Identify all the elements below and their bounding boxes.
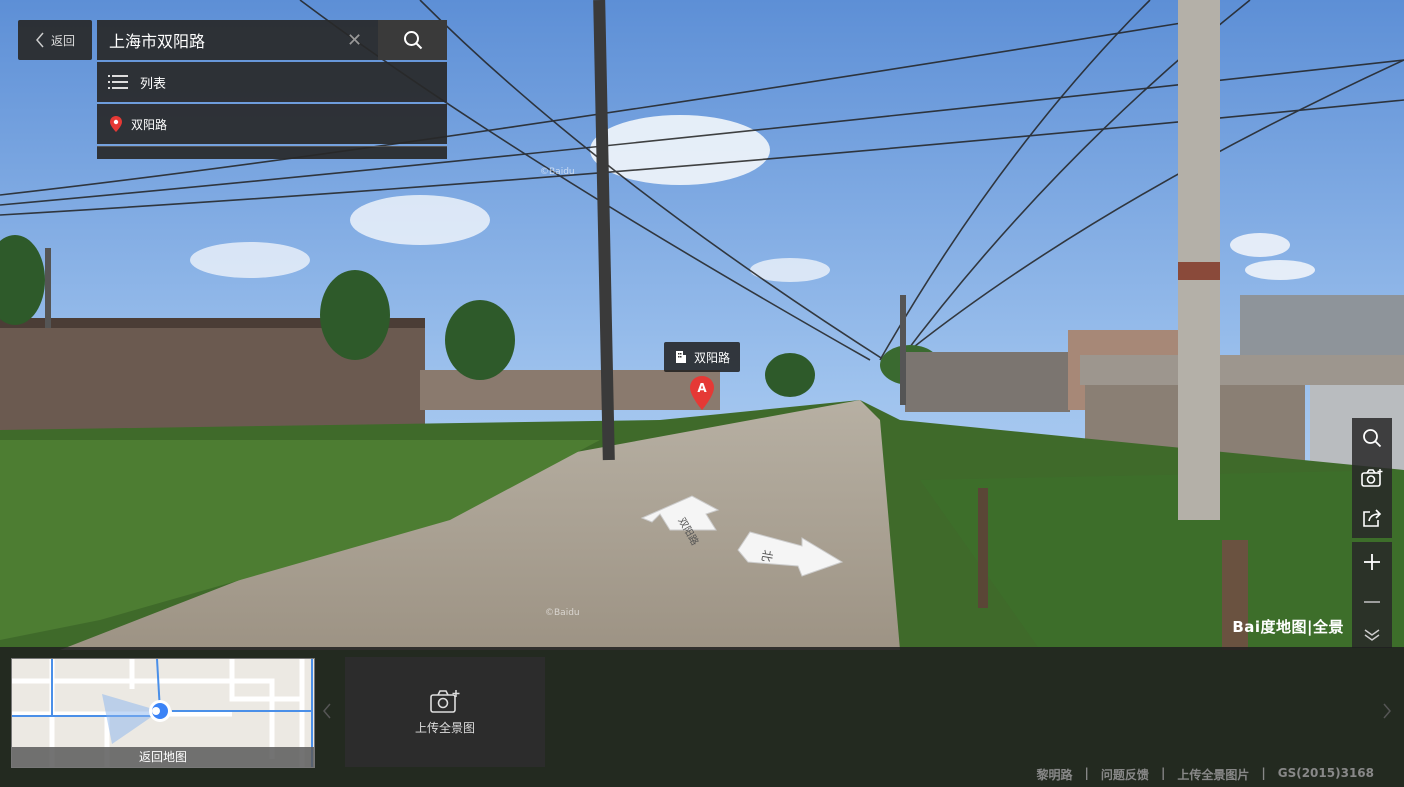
footer-separator: | [1160, 766, 1166, 780]
right-arrow-label: 北 [759, 549, 775, 563]
tool-share[interactable] [1352, 498, 1392, 538]
navigation-arrows: 双阳路 北 [640, 495, 844, 577]
plus-icon [1364, 554, 1380, 570]
clear-icon[interactable]: ✕ [347, 30, 362, 51]
footer-separator: | [1261, 766, 1266, 780]
list-label: 列表 [140, 76, 167, 92]
search-result-item[interactable]: 双阳路 [97, 104, 447, 144]
search-icon [1363, 429, 1382, 448]
search-box: ✕ [97, 20, 378, 60]
chevron-down-icon [1364, 629, 1380, 641]
chevron-left-icon [35, 32, 44, 48]
back-button[interactable]: 返回 [18, 20, 92, 60]
minus-icon [1364, 601, 1380, 603]
location-pin-icon [110, 116, 122, 132]
list-toggle[interactable]: 列表 [97, 62, 447, 102]
upload-panorama-button[interactable]: 上传全景图 [345, 657, 545, 767]
footer-feedback-link[interactable]: 问题反馈 [1101, 766, 1149, 783]
search-button[interactable] [378, 20, 447, 60]
location-marker-icon[interactable]: A [690, 376, 714, 410]
chevron-right-icon[interactable] [1382, 703, 1392, 719]
list-icon [108, 75, 128, 89]
upload-label: 上传全景图 [414, 720, 475, 735]
result-list-footer [97, 146, 447, 159]
search-input[interactable] [107, 29, 341, 51]
tool-screenshot[interactable] [1352, 458, 1392, 498]
poi-label-text: 双阳路 [694, 350, 731, 365]
zoom-in-button[interactable] [1352, 542, 1392, 582]
baidu-panorama-logo: Bai度地图|全景 [1232, 618, 1344, 636]
footer-separator: | [1084, 766, 1089, 780]
poi-label[interactable]: 双阳路 [664, 342, 741, 372]
minimap[interactable]: 返回地图 [11, 658, 315, 768]
zoom-out-button[interactable] [1352, 582, 1392, 622]
collapse-button[interactable] [1352, 622, 1392, 648]
right-arrow[interactable]: 北 [737, 531, 844, 577]
forward-arrow[interactable]: 双阳路 [640, 495, 720, 547]
footer-license: GS(2015)3168 [1277, 766, 1374, 780]
tool-search[interactable] [1352, 418, 1392, 458]
footer-links: 黎明路 | 问题反馈 | 上传全景图片 | GS(2015)3168 [1037, 766, 1374, 783]
footer-location[interactable]: 黎明路 [1037, 766, 1073, 783]
building-icon [676, 351, 686, 363]
result-label: 双阳路 [131, 117, 168, 132]
back-label: 返回 [50, 33, 75, 48]
footer-upload-link[interactable]: 上传全景图片 [1177, 766, 1249, 783]
marker-letter: A [697, 381, 707, 395]
svg-text:©Baidu: ©Baidu [545, 608, 580, 618]
camera-icon [1361, 469, 1383, 487]
share-icon [1363, 509, 1382, 527]
camera-upload-icon [430, 689, 460, 713]
back-to-map-label[interactable]: 返回地图 [12, 747, 314, 767]
search-icon [403, 31, 422, 50]
svg-text:©Baidu: ©Baidu [540, 167, 575, 177]
chevron-left-icon[interactable] [322, 703, 332, 719]
